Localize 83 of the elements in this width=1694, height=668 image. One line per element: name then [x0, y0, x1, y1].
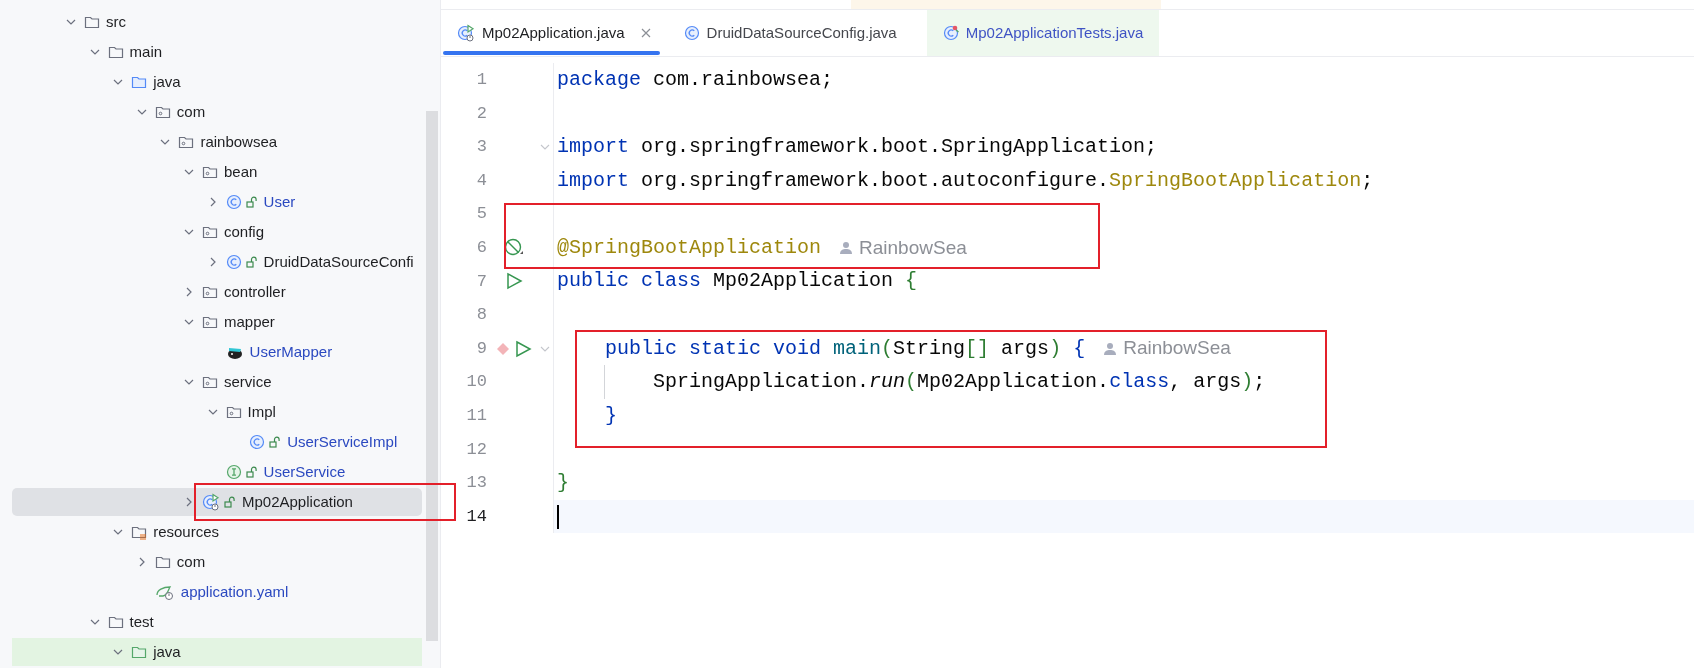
- tree-item-label[interactable]: java: [153, 70, 181, 94]
- tree-item-label[interactable]: application.yaml: [180, 580, 289, 604]
- tree-item-label[interactable]: UserServiceImpl: [287, 430, 398, 454]
- code-line: public class Mp02Application {: [557, 268, 918, 295]
- class-icon: [225, 194, 242, 210]
- package-icon: [225, 404, 242, 420]
- folder-icon: [84, 14, 100, 30]
- person-icon: [1103, 341, 1118, 356]
- package-icon: [178, 134, 195, 150]
- unlocked-padlock-icon: [245, 466, 258, 478]
- package-icon: [202, 224, 218, 240]
- package-icon: [202, 164, 218, 180]
- code-line: SpringApplication.run(Mp02Application.class, args);: [652, 369, 1266, 396]
- line-number: 13: [465, 472, 488, 495]
- line-number: 1: [475, 69, 488, 92]
- tree-item-label[interactable]: controller: [224, 280, 286, 304]
- tree-item-label[interactable]: com: [176, 550, 206, 574]
- class-icon: [225, 254, 242, 270]
- line-number: 14: [465, 505, 488, 528]
- editor-tab[interactable]: Mp02ApplicationTests.java: [926, 10, 1160, 56]
- line-number: 5: [475, 203, 488, 226]
- code-line: @SpringBootApplication: [557, 234, 822, 261]
- tree-item-label[interactable]: Impl: [247, 400, 276, 424]
- tree-item-label[interactable]: src: [106, 10, 126, 34]
- line-number: 12: [465, 438, 488, 461]
- package-icon: [202, 314, 218, 330]
- tree-item-label[interactable]: DruidDataSourceConfi: [263, 250, 414, 274]
- tree-item-label[interactable]: UserService: [263, 460, 346, 484]
- line-number: 6: [475, 237, 488, 259]
- tree-item-label[interactable]: java: [153, 640, 181, 664]
- spring-leaf-icon: [154, 584, 175, 600]
- editor-tab[interactable]: Mp02Application.java: [441, 10, 668, 56]
- unlocked-padlock-icon: [269, 436, 282, 448]
- line-number: 3: [475, 136, 488, 159]
- class-icon: [249, 434, 266, 450]
- code-line: }: [557, 469, 569, 496]
- editor-tab[interactable]: DruidDataSourceConfig.java: [667, 10, 913, 56]
- line-number: 8: [475, 304, 488, 327]
- code-line: import org.springframework.boot.autoconfigure.SpringBootApplication;: [557, 167, 1374, 194]
- package-icon: [202, 374, 218, 390]
- package-icon: [202, 284, 218, 300]
- run-class-icon: [202, 493, 220, 511]
- tree-item-label[interactable]: User: [263, 190, 296, 214]
- package-icon: [154, 104, 171, 120]
- unlocked-padlock-icon: [245, 256, 258, 268]
- resources-folder-icon: [131, 524, 148, 540]
- close-icon: [639, 27, 652, 39]
- interface-icon: [225, 464, 242, 480]
- folder-icon: [107, 44, 124, 60]
- class-icon: [683, 25, 700, 41]
- tree-item-label[interactable]: com: [176, 100, 206, 124]
- tree-item-label[interactable]: UserMapper: [249, 340, 333, 364]
- tree-item-label[interactable]: main: [129, 40, 163, 64]
- line-number: 11: [465, 405, 488, 427]
- folder-icon: [131, 644, 148, 660]
- code-line: public static void main(String[] args) {: [604, 335, 1086, 362]
- tree-item-label[interactable]: mapper: [224, 310, 275, 334]
- unlocked-padlock-icon: [224, 496, 236, 508]
- folder-icon: [131, 74, 148, 90]
- code-line: import org.springframework.boot.SpringApplication;: [557, 134, 1158, 160]
- tree-item-label[interactable]: Mp02Application: [242, 490, 353, 514]
- tree-item-label[interactable]: service: [224, 370, 272, 394]
- unlocked-padlock-icon: [245, 196, 258, 208]
- line-number: 4: [475, 169, 488, 192]
- folder-icon: [107, 614, 124, 630]
- code-line: package com.rainbowsea;: [557, 66, 834, 93]
- code-line: }: [604, 402, 617, 429]
- line-number: 10: [465, 371, 488, 394]
- line-number: 2: [475, 102, 488, 125]
- run-class-icon: [457, 24, 475, 42]
- test-class-icon: [942, 25, 959, 41]
- tree-item-label[interactable]: config: [224, 220, 265, 244]
- tree-item-label[interactable]: resources: [153, 520, 220, 544]
- tree-item-label[interactable]: bean: [224, 160, 258, 184]
- run-icon[interactable]: [514, 339, 532, 358]
- scrollbar[interactable]: [426, 111, 438, 641]
- tree-item-label[interactable]: rainbowsea: [200, 130, 278, 154]
- tree-item-label[interactable]: test: [129, 610, 154, 634]
- folder-icon: [154, 554, 171, 570]
- run-icon[interactable]: [505, 272, 523, 291]
- line-number: 9: [475, 337, 488, 360]
- line-number: 7: [475, 270, 488, 293]
- person-icon: [839, 240, 854, 255]
